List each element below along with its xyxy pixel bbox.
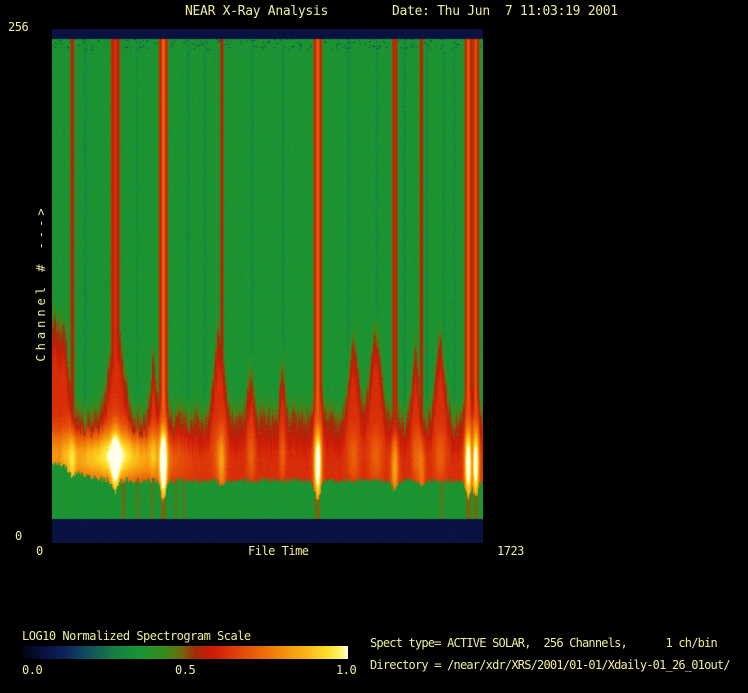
colorbar-tick-max: 1.0	[336, 663, 357, 677]
colorbar-canvas	[22, 646, 348, 659]
header-date: Date: Thu Jun 7 11:03:19 2001	[392, 4, 618, 19]
x-axis-max-tick: 1723	[497, 544, 524, 558]
spect-type-line: Spect type= ACTIVE SOLAR, 256 Channels, …	[370, 636, 718, 650]
y-axis-max-tick: 256	[8, 20, 29, 34]
x-axis-label: File Time	[248, 544, 309, 558]
colorbar-label: LOG10 Normalized Spectrogram Scale	[22, 629, 251, 643]
spectrogram-canvas	[52, 29, 483, 543]
colorbar-tick-mid: 0.5	[175, 663, 196, 677]
plot-window: NEAR X-Ray Analysis Date: Thu Jun 7 11:0…	[0, 0, 748, 693]
x-axis-min-tick: 0	[36, 544, 43, 558]
y-axis-label: Channel # --->	[34, 204, 48, 362]
colorbar-tick-min: 0.0	[22, 663, 43, 677]
directory-line: Directory = /near/xdr/XRS/2001/01-01/Xda…	[370, 658, 731, 672]
page-title: NEAR X-Ray Analysis	[185, 4, 329, 19]
y-axis-min-tick: 0	[15, 529, 22, 543]
